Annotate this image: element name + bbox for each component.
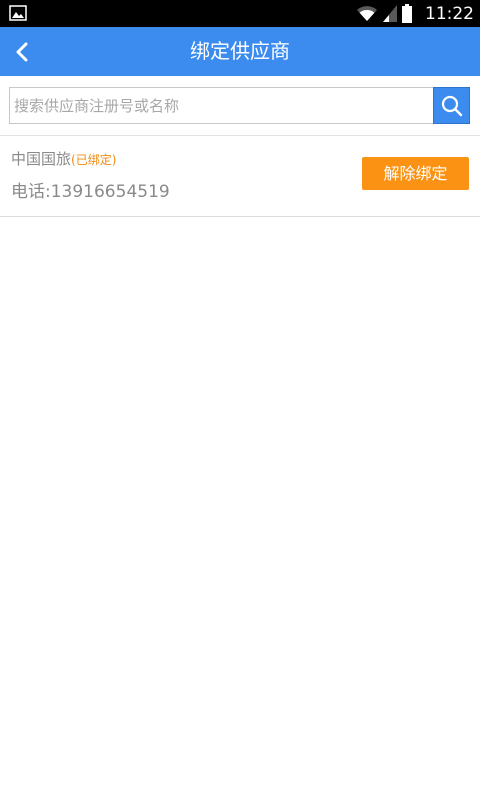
supplier-phone: 电话:13916654519 [11, 182, 170, 202]
status-time: 11:22 [425, 3, 474, 24]
search-input[interactable] [9, 87, 433, 124]
supplier-name: 中国国旅 [11, 150, 72, 168]
gallery-icon [9, 5, 27, 21]
wifi-icon [357, 6, 377, 21]
title-bar: 绑定供应商 [0, 27, 480, 76]
signal-icon [383, 5, 397, 22]
back-button[interactable] [0, 27, 44, 76]
search-bar [0, 76, 480, 136]
list-item: 中国国旅(已绑定) 电话:13916654519 解除绑定 [0, 136, 480, 217]
battery-icon [402, 4, 412, 23]
unbind-button[interactable]: 解除绑定 [362, 157, 469, 190]
chevron-left-icon [16, 42, 28, 61]
search-icon [441, 95, 462, 116]
status-bar: 11:22 [0, 0, 480, 27]
supplier-name-line: 中国国旅(已绑定) [11, 148, 116, 169]
status-icons: 11:22 [356, 0, 474, 27]
search-button[interactable] [433, 87, 470, 124]
page-title: 绑定供应商 [190, 39, 290, 63]
status-badge: (已绑定) [71, 153, 117, 167]
